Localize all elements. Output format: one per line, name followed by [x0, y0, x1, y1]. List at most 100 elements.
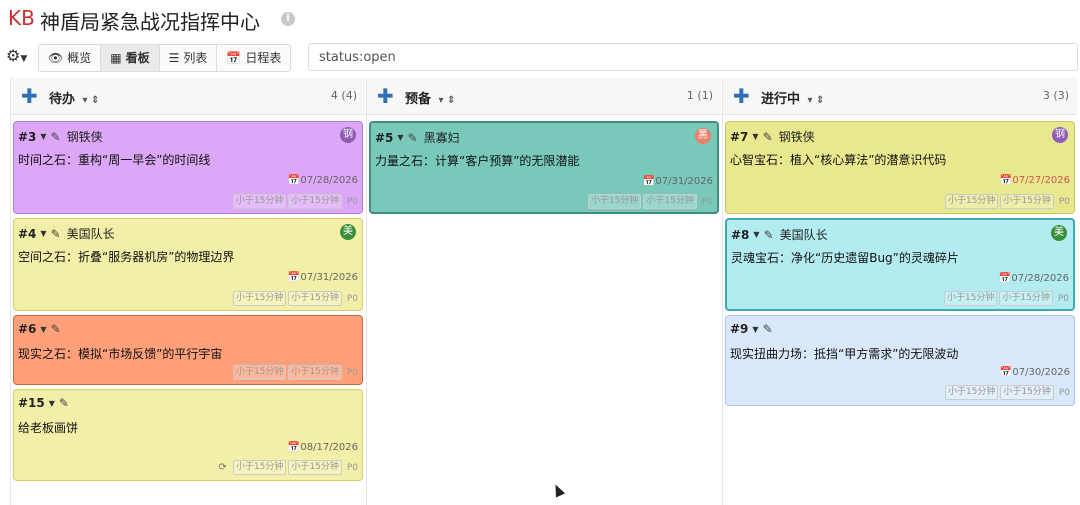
- column-title[interactable]: 进行中 ▾ ⇕: [761, 88, 824, 107]
- column-count: 3 (3): [1042, 89, 1069, 102]
- grid-icon: ▦: [110, 51, 122, 65]
- view-calendar-label: 日程表: [245, 51, 282, 65]
- avatar: 黑: [695, 128, 711, 144]
- eye-icon: 👁: [48, 51, 64, 65]
- task-title[interactable]: 心智宝石：植入“核心算法”的潜意识代码: [730, 151, 946, 168]
- edit-icon[interactable]: ✎: [408, 131, 418, 145]
- column-count: 4 (4): [330, 89, 357, 102]
- column-header: ✚ 预备 ▾ ⇕ 1 (1): [367, 78, 721, 115]
- view-list-label: 列表: [183, 51, 208, 65]
- settings-menu[interactable]: ⚙▼: [6, 46, 27, 65]
- caret-down-icon: ▼: [40, 324, 47, 334]
- recurring-icon: ⟳: [218, 462, 227, 473]
- edit-icon[interactable]: ✎: [764, 228, 774, 242]
- column-todo: ✚ 待办 ▾ ⇕ 4 (4) #3 ▼ ✎ 钢铁侠 钢 时间之石：重构“周一早会”的时…: [10, 78, 365, 505]
- caret-down-icon: ▼: [397, 133, 404, 142]
- task-title[interactable]: 现实扭曲力场：抵挡“甲方需求”的无限波动: [730, 345, 958, 362]
- task-card-8[interactable]: #8 ▼ ✎ 美国队长 美 灵魂宝石：净化“历史遗留Bug”的灵魂碎片 📅07/28/…: [725, 218, 1075, 311]
- task-number[interactable]: #3: [18, 130, 36, 144]
- view-board[interactable]: ▦ 看板: [101, 45, 160, 71]
- priority-label: P0: [346, 196, 358, 207]
- task-card-5[interactable]: #5 ▼ ✎ 黑寡妇 黑 力量之石：计算“客户预算”的无限潜能 📅07/31/2026…: [369, 121, 719, 214]
- column-title[interactable]: 待办 ▾ ⇕: [49, 88, 99, 107]
- task-number[interactable]: #5: [375, 131, 393, 145]
- tag-label: 小于15分钟: [288, 291, 342, 306]
- calendar-icon: 📅: [999, 175, 1013, 186]
- priority-label: P0: [346, 293, 358, 304]
- task-title[interactable]: 灵魂宝石：净化“历史遗留Bug”的灵魂碎片: [731, 249, 959, 266]
- info-icon[interactable]: i: [281, 12, 295, 26]
- task-tags: 小于15分钟 小于15分钟 P0: [232, 194, 358, 209]
- add-task-button[interactable]: ✚: [21, 84, 38, 108]
- edit-icon[interactable]: ✎: [51, 130, 61, 144]
- add-task-button[interactable]: ✚: [733, 84, 750, 108]
- task-number[interactable]: #9: [730, 322, 748, 336]
- calendar-icon: 📅: [998, 273, 1012, 284]
- tag-label: 小于15分钟: [587, 194, 642, 209]
- due-date: 📅07/31/2026: [287, 272, 358, 283]
- caret-down-icon: ▼: [753, 230, 760, 239]
- task-title[interactable]: 给老板画饼: [18, 419, 78, 436]
- column-header: ✚ 进行中 ▾ ⇕ 3 (3): [723, 78, 1077, 115]
- avatar: 美: [340, 224, 356, 240]
- task-tags: 小于15分钟 小于15分钟 P0: [943, 291, 1069, 306]
- view-list[interactable]: ☰ 列表: [160, 45, 218, 71]
- due-date: 📅08/17/2026: [287, 442, 358, 453]
- task-title[interactable]: 空间之石：折叠“服务器机房”的物理边界: [18, 248, 234, 265]
- task-card-7[interactable]: #7 ▼ ✎ 钢铁侠 钢 心智宝石：植入“核心算法”的潜意识代码 📅07/27/202…: [725, 121, 1075, 214]
- task-card-4[interactable]: #4 ▼ ✎ 美国队长 美 空间之石：折叠“服务器机房”的物理边界 📅07/31/20…: [13, 218, 363, 311]
- app-logo[interactable]: KB: [8, 6, 35, 30]
- tag-label: 小于15分钟: [944, 194, 999, 209]
- task-card-15[interactable]: #15 ▼ ✎ 给老板画饼 📅08/17/2026 ⟳ 小于15分钟 小于15分钟 P0: [13, 389, 363, 481]
- task-owner: 钢铁侠: [778, 130, 815, 144]
- calendar-icon: 📅: [287, 272, 301, 283]
- view-calendar[interactable]: 📅 日程表: [217, 45, 290, 71]
- sort-icon: ▾ ⇕: [82, 95, 100, 106]
- task-card-6[interactable]: #6 ▼ ✎ 现实之石：模拟“市场反馈”的平行宇宙 小于15分钟 小于15分钟 P0: [13, 315, 363, 385]
- avatar: 美: [1051, 225, 1067, 241]
- sort-icon: ▾ ⇕: [438, 95, 456, 106]
- add-task-button[interactable]: ✚: [377, 84, 394, 108]
- edit-icon[interactable]: ✎: [763, 322, 773, 336]
- task-card-3[interactable]: #3 ▼ ✎ 钢铁侠 钢 时间之石：重构“周一早会”的时间线 📅07/28/2026 …: [13, 121, 363, 214]
- sort-icon: ▾ ⇕: [807, 95, 825, 106]
- task-number[interactable]: #7: [730, 130, 748, 144]
- caret-down-icon: ▼: [20, 54, 28, 64]
- task-number[interactable]: #8: [731, 228, 749, 242]
- edit-icon[interactable]: ✎: [59, 396, 69, 410]
- task-number[interactable]: #4: [18, 227, 36, 241]
- caret-down-icon: ▼: [48, 398, 55, 408]
- priority-label: P0: [701, 196, 713, 207]
- due-date: 📅07/30/2026: [999, 367, 1070, 378]
- task-tags: 小于15分钟 小于15分钟 P0: [232, 291, 358, 306]
- column-title[interactable]: 预备 ▾ ⇕: [405, 88, 455, 107]
- view-switcher: 👁 概览 ▦ 看板 ☰ 列表 📅 日程表: [38, 44, 292, 72]
- tag-label: 小于15分钟: [232, 291, 287, 306]
- task-title[interactable]: 时间之石：重构“周一早会”的时间线: [18, 151, 210, 168]
- edit-icon[interactable]: ✎: [763, 130, 773, 144]
- list-icon: ☰: [168, 51, 180, 65]
- due-date: 📅07/31/2026: [642, 176, 713, 187]
- edit-icon[interactable]: ✎: [51, 322, 61, 336]
- search-input[interactable]: [308, 43, 1078, 71]
- caret-down-icon: ▼: [752, 132, 759, 141]
- view-overview-label: 概览: [67, 51, 92, 65]
- task-title[interactable]: 力量之石：计算“客户预算”的无限潜能: [375, 152, 579, 169]
- task-number[interactable]: #15: [18, 396, 45, 410]
- task-number[interactable]: #6: [18, 322, 36, 336]
- column-in-progress: ✚ 进行中 ▾ ⇕ 3 (3) #7 ▼ ✎ 钢铁侠 钢 心智宝石：植入“核心算法”的…: [722, 78, 1077, 505]
- task-title[interactable]: 现实之石：模拟“市场反馈”的平行宇宙: [18, 345, 222, 362]
- tag-label: 小于15分钟: [288, 194, 342, 209]
- tag-label: 小于15分钟: [999, 291, 1053, 306]
- priority-label: P0: [346, 367, 358, 378]
- task-card-9[interactable]: #9 ▼ ✎ 现实扭曲力场：抵挡“甲方需求”的无限波动 📅07/30/2026 小于…: [725, 315, 1075, 406]
- caret-down-icon: ▼: [40, 132, 47, 141]
- calendar-icon: 📅: [642, 176, 656, 187]
- app-header: KB 神盾局紧急战况指挥中心 i: [0, 0, 1080, 40]
- calendar-icon: 📅: [999, 367, 1013, 378]
- edit-icon[interactable]: ✎: [51, 227, 61, 241]
- tag-label: 小于15分钟: [643, 194, 697, 209]
- view-overview[interactable]: 👁 概览: [39, 45, 102, 71]
- due-date-overdue: 📅07/27/2026: [999, 175, 1070, 186]
- calendar-icon: 📅: [226, 51, 242, 65]
